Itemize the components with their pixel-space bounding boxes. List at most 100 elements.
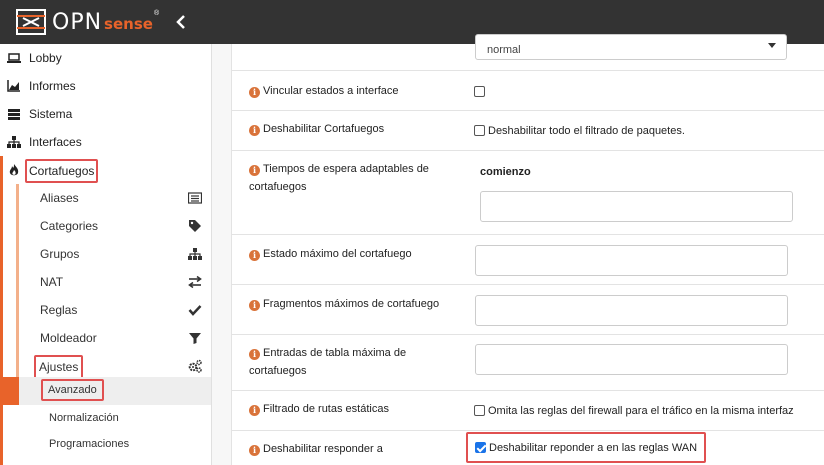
max-states-input[interactable] bbox=[475, 245, 788, 276]
sidebar-subitem-label: Grupos bbox=[40, 247, 80, 261]
top-select-value: normal bbox=[487, 44, 521, 56]
sidebar-item-sistema[interactable]: Sistema bbox=[0, 100, 211, 128]
bind-states-checkbox[interactable] bbox=[474, 86, 485, 97]
chevron-left-icon bbox=[176, 15, 185, 29]
cogs-icon bbox=[188, 359, 202, 373]
sidebar: Lobby Informes Sistema Interfaces Cortaf… bbox=[0, 44, 212, 465]
sidebar-subitem-aliases[interactable]: Aliases bbox=[19, 184, 211, 212]
form-value: Deshabilitar todo el filtrado de paquete… bbox=[474, 123, 685, 137]
form-label-text: Estado máximo del cortafuego bbox=[263, 248, 412, 260]
info-icon[interactable]: i bbox=[249, 165, 260, 176]
sitemap-icon bbox=[188, 248, 202, 260]
opnsense-logo-icon bbox=[16, 9, 46, 35]
sidebar-subitem-label: NAT bbox=[40, 275, 64, 289]
form-row-static-route-filtering: i Filtrado de rutas estáticas Omita las r… bbox=[232, 390, 824, 430]
filter-icon bbox=[189, 333, 201, 344]
top-select[interactable]: normal bbox=[475, 34, 787, 60]
active-section-indicator bbox=[0, 156, 3, 465]
sidebar-subitem-label: Reglas bbox=[40, 303, 78, 317]
brand-sense: sense bbox=[104, 15, 153, 33]
sidebar-subitem-grupos[interactable]: Grupos bbox=[19, 240, 211, 268]
sidebar-item-label: Interfaces bbox=[29, 135, 82, 149]
active-page-indicator bbox=[0, 377, 19, 405]
form-label: i Filtrado de rutas estáticas bbox=[249, 400, 449, 418]
list-alt-icon bbox=[188, 192, 202, 204]
sidebar-item-label: Lobby bbox=[29, 51, 62, 65]
checkbox-label: Omita las reglas del firewall para el tr… bbox=[488, 405, 794, 417]
static-route-filtering-checkbox[interactable] bbox=[474, 405, 485, 416]
form-value: Deshabilitar reponder a en las reglas WA… bbox=[466, 432, 707, 463]
form-label: i Deshabilitar Cortafuegos bbox=[249, 120, 449, 138]
adaptive-start-heading: comienzo bbox=[480, 166, 531, 178]
info-icon[interactable]: i bbox=[249, 125, 260, 136]
form-row-max-fragments: i Fragmentos máximos de cortafuego bbox=[232, 284, 824, 334]
sidebar-subsubitem-normalizacion[interactable]: Normalización bbox=[19, 405, 211, 431]
form-label-text: Entradas de tabla máxima de cortafuegos bbox=[249, 347, 407, 377]
form-label: i Deshabilitar responder a bbox=[249, 440, 449, 458]
form-row-adaptive-timeouts: i Tiempos de espera adaptables de cortafu… bbox=[232, 150, 824, 234]
sidebar-subsubitem-avanzado[interactable]: Avanzado bbox=[19, 377, 211, 405]
disable-firewall-checkbox[interactable] bbox=[474, 125, 485, 136]
brand-reg-mark: ® bbox=[153, 9, 160, 17]
tags-icon bbox=[189, 220, 201, 232]
info-icon[interactable]: i bbox=[249, 445, 260, 456]
main-content: normal i Vincular estados a interface i De… bbox=[212, 34, 824, 465]
sidebar-item-cortafuegos[interactable]: Cortafuegos bbox=[0, 156, 211, 184]
exchange-icon bbox=[188, 275, 202, 289]
max-fragments-input[interactable] bbox=[475, 295, 788, 326]
collapse-sidebar-button[interactable] bbox=[176, 12, 190, 32]
sidebar-subitem-nat[interactable]: NAT bbox=[19, 268, 211, 296]
form-value bbox=[474, 84, 485, 98]
form-label-text: Filtrado de rutas estáticas bbox=[263, 403, 389, 415]
form-label: i Estado máximo del cortafuego bbox=[249, 245, 449, 263]
sidebar-subsubitem-label: Programaciones bbox=[49, 438, 130, 450]
info-icon[interactable]: i bbox=[249, 300, 260, 311]
sidebar-subsubitem-label: Avanzado bbox=[41, 379, 104, 401]
form-label-text: Deshabilitar Cortafuegos bbox=[263, 123, 385, 135]
disable-reply-to-checkbox[interactable] bbox=[475, 442, 486, 453]
form-label-text: Deshabilitar responder a bbox=[263, 443, 383, 455]
opnsense-logo[interactable]: OPN sense ® bbox=[16, 7, 159, 37]
sidebar-subitem-moldeador[interactable]: Moldeador bbox=[19, 324, 211, 352]
brand-name: OPN bbox=[52, 9, 103, 35]
form-row-disable-reply-to: i Deshabilitar responder a Deshabilitar r… bbox=[232, 430, 824, 465]
max-table-entries-input[interactable] bbox=[475, 344, 788, 375]
checkbox-label: Deshabilitar reponder a en las reglas WA… bbox=[489, 442, 698, 454]
info-icon[interactable]: i bbox=[249, 349, 260, 360]
form-label-text: Vincular estados a interface bbox=[263, 85, 399, 97]
sidebar-subitem-label: Aliases bbox=[40, 191, 79, 205]
sidebar-item-label: Informes bbox=[29, 79, 76, 93]
form-label: i Fragmentos máximos de cortafuego bbox=[249, 295, 449, 313]
sidebar-item-label: Sistema bbox=[29, 107, 73, 121]
area-chart-icon bbox=[7, 80, 20, 92]
form-label: i Entradas de tabla máxima de cortafuegos bbox=[249, 344, 434, 380]
sitemap-icon bbox=[7, 136, 21, 148]
sidebar-subitem-reglas[interactable]: Reglas bbox=[19, 296, 211, 324]
sidebar-subitem-label: Ajustes bbox=[34, 355, 84, 379]
sidebar-item-label: Cortafuegos bbox=[25, 159, 99, 183]
info-icon[interactable]: i bbox=[249, 87, 260, 98]
chevron-down-icon bbox=[768, 43, 776, 48]
adaptive-start-input[interactable] bbox=[480, 191, 793, 222]
sidebar-subsubitem-programaciones[interactable]: Programaciones bbox=[19, 431, 211, 457]
info-icon[interactable]: i bbox=[249, 405, 260, 416]
advanced-settings-panel: normal i Vincular estados a interface i De… bbox=[231, 34, 824, 465]
sidebar-subitem-label: Categories bbox=[40, 219, 99, 233]
sidebar-item-interfaces[interactable]: Interfaces bbox=[0, 128, 211, 156]
checkbox-label: Deshabilitar todo el filtrado de paquete… bbox=[488, 125, 685, 137]
sidebar-subsubitem-label: Normalización bbox=[49, 412, 119, 424]
form-value: Omita las reglas del firewall para el tr… bbox=[474, 403, 794, 417]
sidebar-subitem-categories[interactable]: Categories bbox=[19, 212, 211, 240]
form-label: i Vincular estados a interface bbox=[249, 82, 449, 100]
sidebar-subitem-ajustes[interactable]: Ajustes bbox=[19, 352, 211, 380]
form-row-max-states: i Estado máximo del cortafuego bbox=[232, 234, 824, 284]
form-row-bind-states: i Vincular estados a interface bbox=[232, 70, 824, 110]
form-label-text: Tiempos de espera adaptables de cortafue… bbox=[249, 163, 429, 193]
form-row-disable-firewall: i Deshabilitar Cortafuegos Deshabilitar t… bbox=[232, 110, 824, 150]
sidebar-item-informes[interactable]: Informes bbox=[0, 72, 211, 100]
fire-icon bbox=[9, 164, 19, 176]
form-label-text: Fragmentos máximos de cortafuego bbox=[263, 298, 440, 310]
info-icon[interactable]: i bbox=[249, 250, 260, 261]
sidebar-item-lobby[interactable]: Lobby bbox=[0, 44, 211, 72]
form-label: i Tiempos de espera adaptables de cortafu… bbox=[249, 160, 449, 196]
